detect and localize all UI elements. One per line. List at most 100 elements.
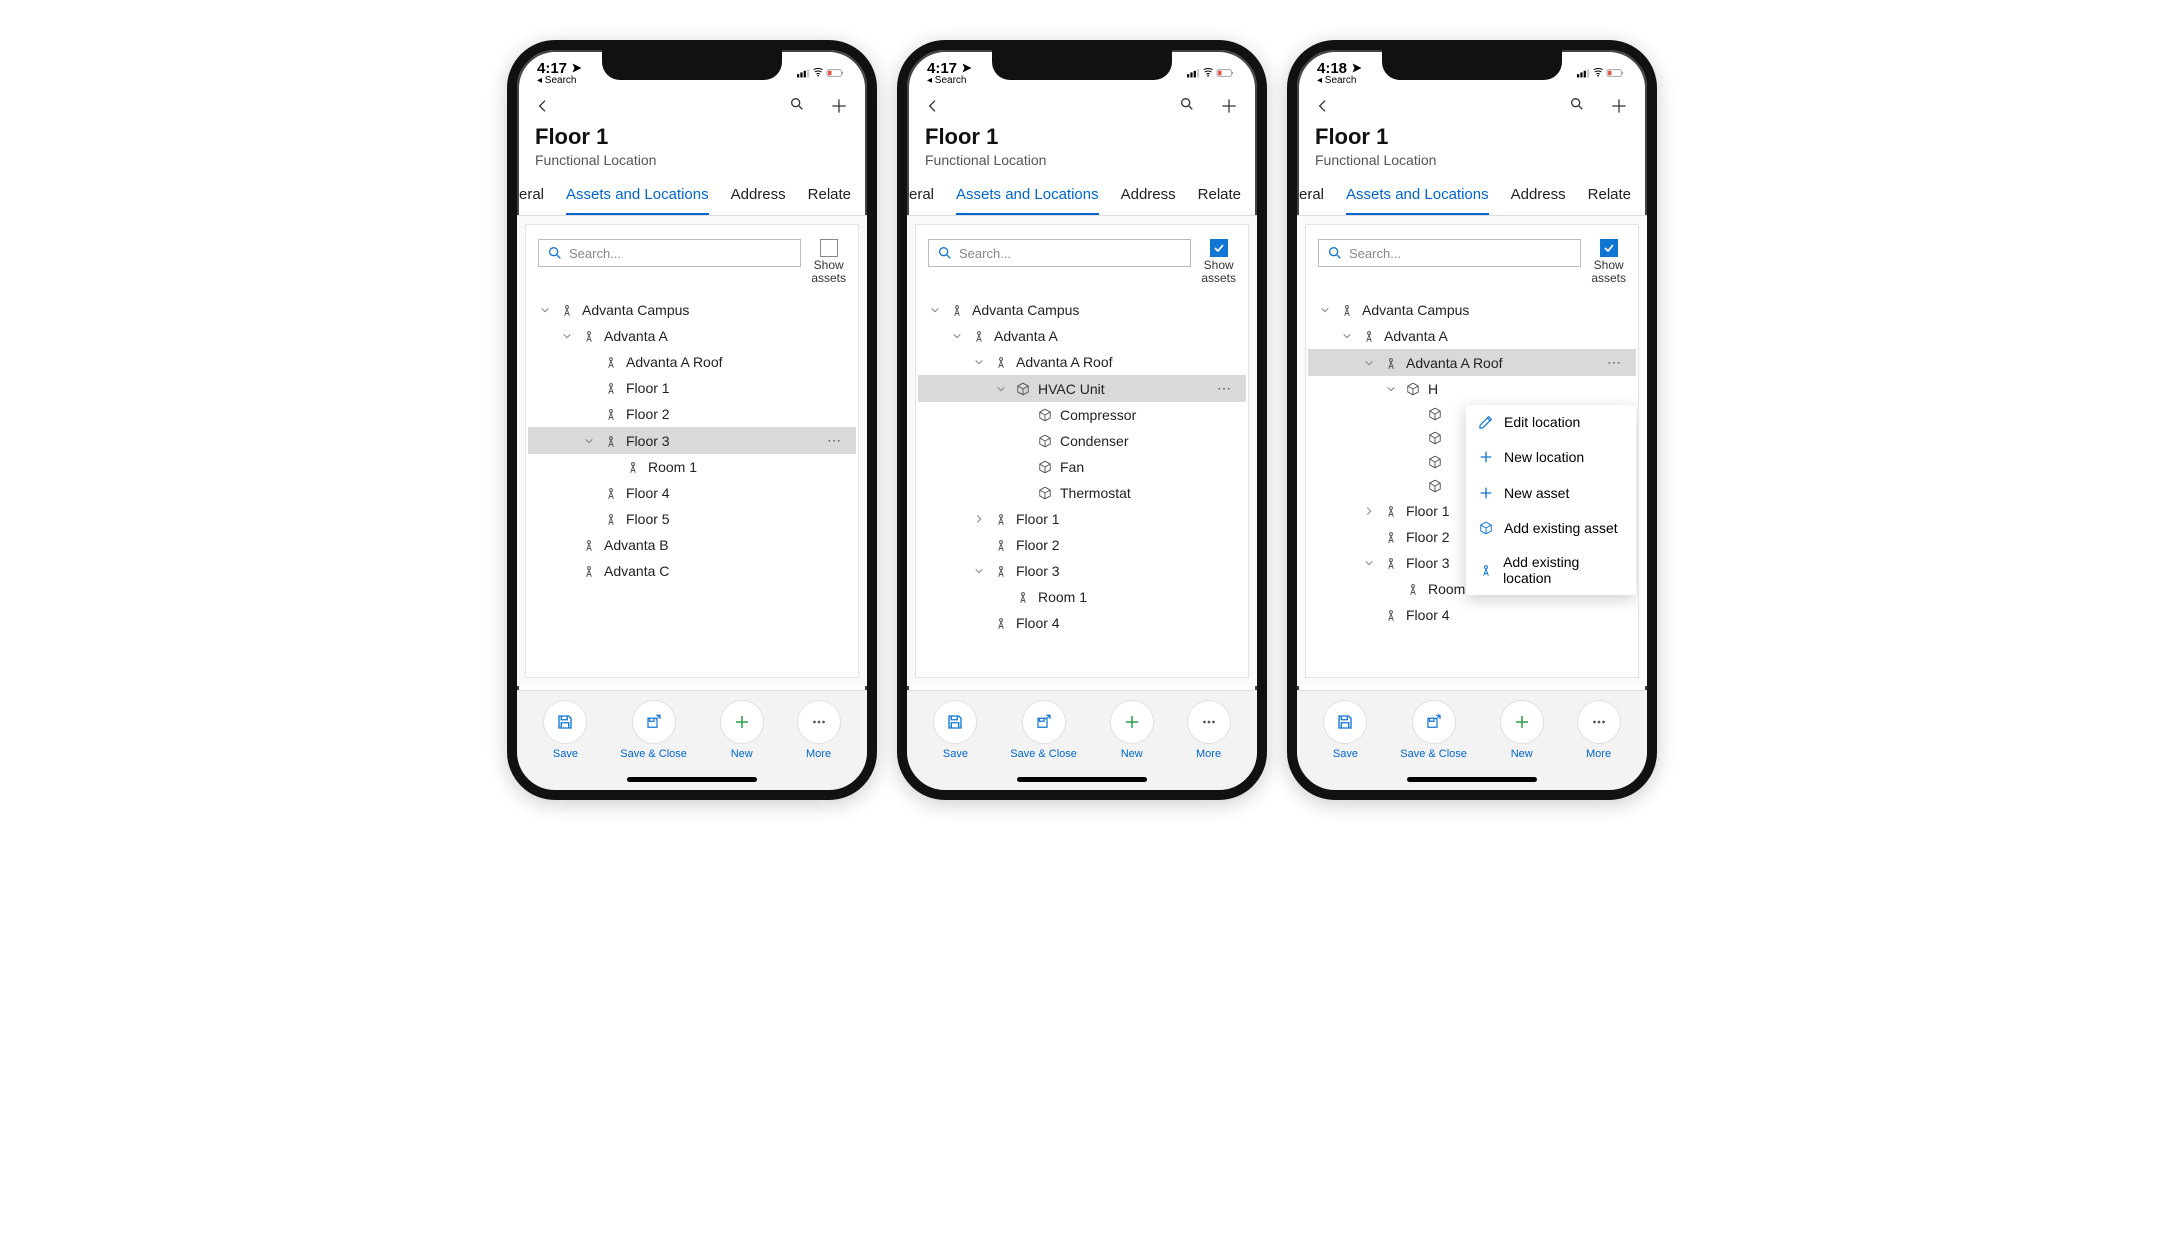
search-icon[interactable] (1569, 96, 1585, 116)
chevron-icon[interactable] (560, 331, 574, 341)
back-button[interactable] (535, 96, 551, 116)
back-button[interactable] (925, 96, 941, 116)
tree-node[interactable]: Floor 4 (1308, 602, 1636, 628)
tree-node[interactable]: Thermostat (918, 480, 1246, 506)
tree-node[interactable]: Room 1 (918, 584, 1246, 610)
status-back-link[interactable]: ◂ Search (1317, 76, 1363, 86)
tab-address[interactable]: Address (1121, 176, 1176, 215)
node-more-icon[interactable]: ⋯ (827, 432, 850, 449)
context-menu-item[interactable]: New location (1466, 439, 1636, 475)
tree-node[interactable]: Floor 2 (918, 532, 1246, 558)
tab-relate[interactable]: Relate (1198, 176, 1241, 215)
bottom-new-button[interactable]: New (1110, 700, 1154, 760)
chevron-icon[interactable] (972, 566, 986, 576)
tree-node[interactable]: Compressor (918, 402, 1246, 428)
status-back-link[interactable]: ◂ Search (537, 76, 583, 86)
tab-eral[interactable]: eral (507, 176, 544, 215)
node-more-icon[interactable]: ⋯ (1217, 380, 1240, 397)
search-input[interactable]: Search... (538, 239, 801, 267)
show-assets-toggle[interactable]: Showassets (811, 239, 846, 285)
chevron-icon[interactable] (950, 331, 964, 341)
tab-address[interactable]: Address (1511, 176, 1566, 215)
tree-node[interactable]: H (1308, 376, 1636, 402)
search-input[interactable]: Search... (1318, 239, 1581, 267)
tab-eral[interactable]: eral (897, 176, 934, 215)
tree-node[interactable]: Floor 1 (528, 375, 856, 401)
search-icon[interactable] (1179, 96, 1195, 116)
context-menu-item[interactable]: Edit location (1466, 405, 1636, 439)
location-icon (1362, 329, 1376, 343)
tab-assets and locations[interactable]: Assets and Locations (566, 176, 709, 215)
status-indicators (1187, 66, 1237, 80)
tree-node[interactable]: Advanta A Roof (918, 349, 1246, 375)
tree-node[interactable]: Floor 3⋯ (528, 427, 856, 454)
chevron-icon[interactable] (1318, 305, 1332, 315)
chevron-icon[interactable] (972, 514, 986, 524)
tree-node[interactable]: Floor 5 (528, 506, 856, 532)
node-more-icon[interactable]: ⋯ (1607, 354, 1630, 371)
tree-node[interactable]: Advanta Campus (1308, 297, 1636, 323)
back-button[interactable] (1315, 96, 1331, 116)
tree-node[interactable]: Advanta A Roof (528, 349, 856, 375)
show-assets-toggle[interactable]: Showassets (1591, 239, 1626, 285)
tree-node[interactable]: Advanta Campus (918, 297, 1246, 323)
tree-node[interactable]: Advanta A (528, 323, 856, 349)
chevron-icon[interactable] (582, 436, 596, 446)
tree-node[interactable]: Advanta C (528, 558, 856, 584)
chevron-icon[interactable] (972, 357, 986, 367)
add-icon[interactable] (829, 96, 849, 116)
tree-node[interactable]: Floor 1 (918, 506, 1246, 532)
show-assets-toggle[interactable]: Showassets (1201, 239, 1236, 285)
search-input[interactable]: Search... (928, 239, 1191, 267)
bottom-more-button[interactable]: More (1577, 700, 1621, 760)
tree-node[interactable]: Floor 3 (918, 558, 1246, 584)
context-menu-item[interactable]: Add existing location (1466, 545, 1636, 595)
tree-node[interactable]: Room 1 (528, 454, 856, 480)
chevron-icon[interactable] (928, 305, 942, 315)
status-back-link[interactable]: ◂ Search (927, 76, 973, 86)
context-menu-item[interactable]: New asset (1466, 475, 1636, 511)
bottom-save-button[interactable]: Save (543, 700, 587, 760)
tree-node[interactable]: Advanta B (528, 532, 856, 558)
bottom-saveclose-button[interactable]: Save & Close (620, 700, 687, 760)
tree-node[interactable]: Fan (918, 454, 1246, 480)
tree-node[interactable]: Advanta A Roof⋯ (1308, 349, 1636, 376)
location-icon (994, 355, 1008, 369)
bottom-save-button[interactable]: Save (933, 700, 977, 760)
tree-node[interactable]: Floor 4 (528, 480, 856, 506)
tree-node[interactable]: Advanta A (918, 323, 1246, 349)
location-icon (1478, 563, 1493, 577)
tree-node[interactable]: HVAC Unit⋯ (918, 375, 1246, 402)
tab-address[interactable]: Address (731, 176, 786, 215)
bottom-more-button[interactable]: More (797, 700, 841, 760)
bottom-more-button[interactable]: More (1187, 700, 1231, 760)
bottom-button-label: More (1586, 748, 1611, 760)
chevron-icon[interactable] (1340, 331, 1354, 341)
tab-relate[interactable]: Relate (808, 176, 851, 215)
chevron-icon[interactable] (1362, 506, 1376, 516)
bottom-save-button[interactable]: Save (1323, 700, 1367, 760)
chevron-icon[interactable] (1384, 384, 1398, 394)
chevron-icon[interactable] (994, 384, 1008, 394)
context-menu-item[interactable]: Add existing asset (1466, 511, 1636, 545)
chevron-icon[interactable] (1362, 558, 1376, 568)
tree-node[interactable]: Advanta Campus (528, 297, 856, 323)
tree-node-label: Floor 1 (626, 380, 670, 396)
bottom-saveclose-button[interactable]: Save & Close (1010, 700, 1077, 760)
bottom-saveclose-button[interactable]: Save & Close (1400, 700, 1467, 760)
add-icon[interactable] (1219, 96, 1239, 116)
chevron-icon[interactable] (538, 305, 552, 315)
tree-node[interactable]: Advanta A (1308, 323, 1636, 349)
search-icon[interactable] (789, 96, 805, 116)
bottom-new-button[interactable]: New (720, 700, 764, 760)
tree-node[interactable]: Condenser (918, 428, 1246, 454)
tree-node[interactable]: Floor 2 (528, 401, 856, 427)
tab-eral[interactable]: eral (1287, 176, 1324, 215)
add-icon[interactable] (1609, 96, 1629, 116)
tab-relate[interactable]: Relate (1588, 176, 1631, 215)
chevron-icon[interactable] (1362, 358, 1376, 368)
tab-assets and locations[interactable]: Assets and Locations (956, 176, 1099, 215)
tab-assets and locations[interactable]: Assets and Locations (1346, 176, 1489, 215)
tree-node[interactable]: Floor 4 (918, 610, 1246, 636)
bottom-new-button[interactable]: New (1500, 700, 1544, 760)
